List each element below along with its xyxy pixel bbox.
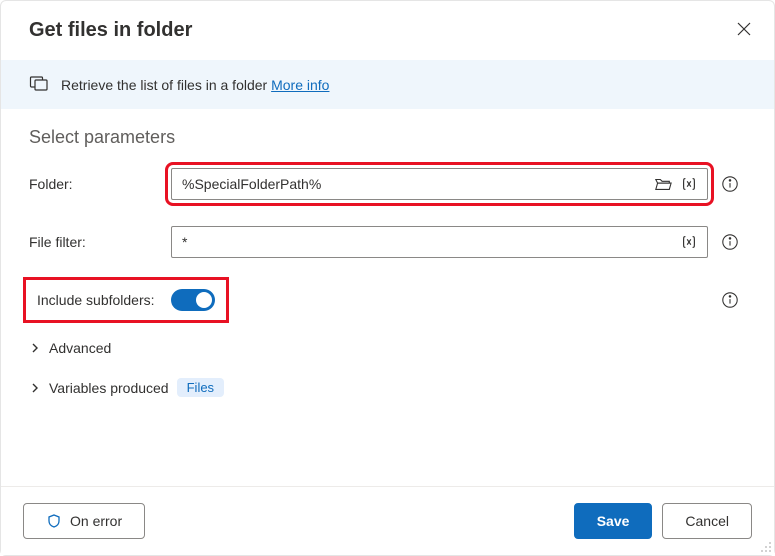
save-button[interactable]: Save <box>574 503 653 539</box>
info-text-content: Retrieve the list of files in a folder <box>61 77 271 93</box>
cancel-button[interactable]: Cancel <box>662 503 752 539</box>
info-icon <box>721 291 739 309</box>
folder-input-wrap[interactable] <box>171 168 708 200</box>
close-icon <box>736 21 752 37</box>
variable-icon <box>680 233 698 251</box>
include-subfolders-info-button[interactable] <box>714 291 746 309</box>
shield-icon <box>46 513 62 529</box>
variable-picker-button[interactable] <box>679 232 699 252</box>
info-text: Retrieve the list of files in a folder M… <box>61 77 329 93</box>
folder-files-icon <box>29 73 49 96</box>
section-title: Select parameters <box>29 127 746 148</box>
include-subfolders-label: Include subfolders: <box>37 292 155 308</box>
browse-folder-button[interactable] <box>653 174 673 194</box>
close-button[interactable] <box>736 21 752 40</box>
on-error-button[interactable]: On error <box>23 503 145 539</box>
chevron-right-icon <box>29 382 41 394</box>
info-icon <box>721 233 739 251</box>
resize-grip-icon[interactable] <box>760 541 772 553</box>
file-filter-input[interactable] <box>180 233 673 251</box>
advanced-label: Advanced <box>49 340 111 356</box>
folder-info-button[interactable] <box>714 175 746 193</box>
file-filter-info-button[interactable] <box>714 233 746 251</box>
more-info-link[interactable]: More info <box>271 77 329 93</box>
info-icon <box>721 175 739 193</box>
dialog-title: Get files in folder <box>29 19 192 42</box>
chevron-right-icon <box>29 342 41 354</box>
folder-label: Folder: <box>29 176 171 192</box>
file-filter-input-wrap[interactable] <box>171 226 708 258</box>
include-subfolders-toggle[interactable] <box>171 289 215 311</box>
variable-chip[interactable]: Files <box>177 378 224 397</box>
info-bar: Retrieve the list of files in a folder M… <box>1 60 774 109</box>
advanced-expander[interactable]: Advanced <box>29 340 746 356</box>
folder-input[interactable] <box>180 175 647 193</box>
folder-open-icon <box>654 175 672 193</box>
variable-picker-button[interactable] <box>679 174 699 194</box>
on-error-label: On error <box>70 513 122 529</box>
variables-label: Variables produced <box>49 380 169 396</box>
variable-icon <box>680 175 698 193</box>
variables-expander[interactable]: Variables produced Files <box>29 378 746 397</box>
file-filter-label: File filter: <box>29 234 171 250</box>
